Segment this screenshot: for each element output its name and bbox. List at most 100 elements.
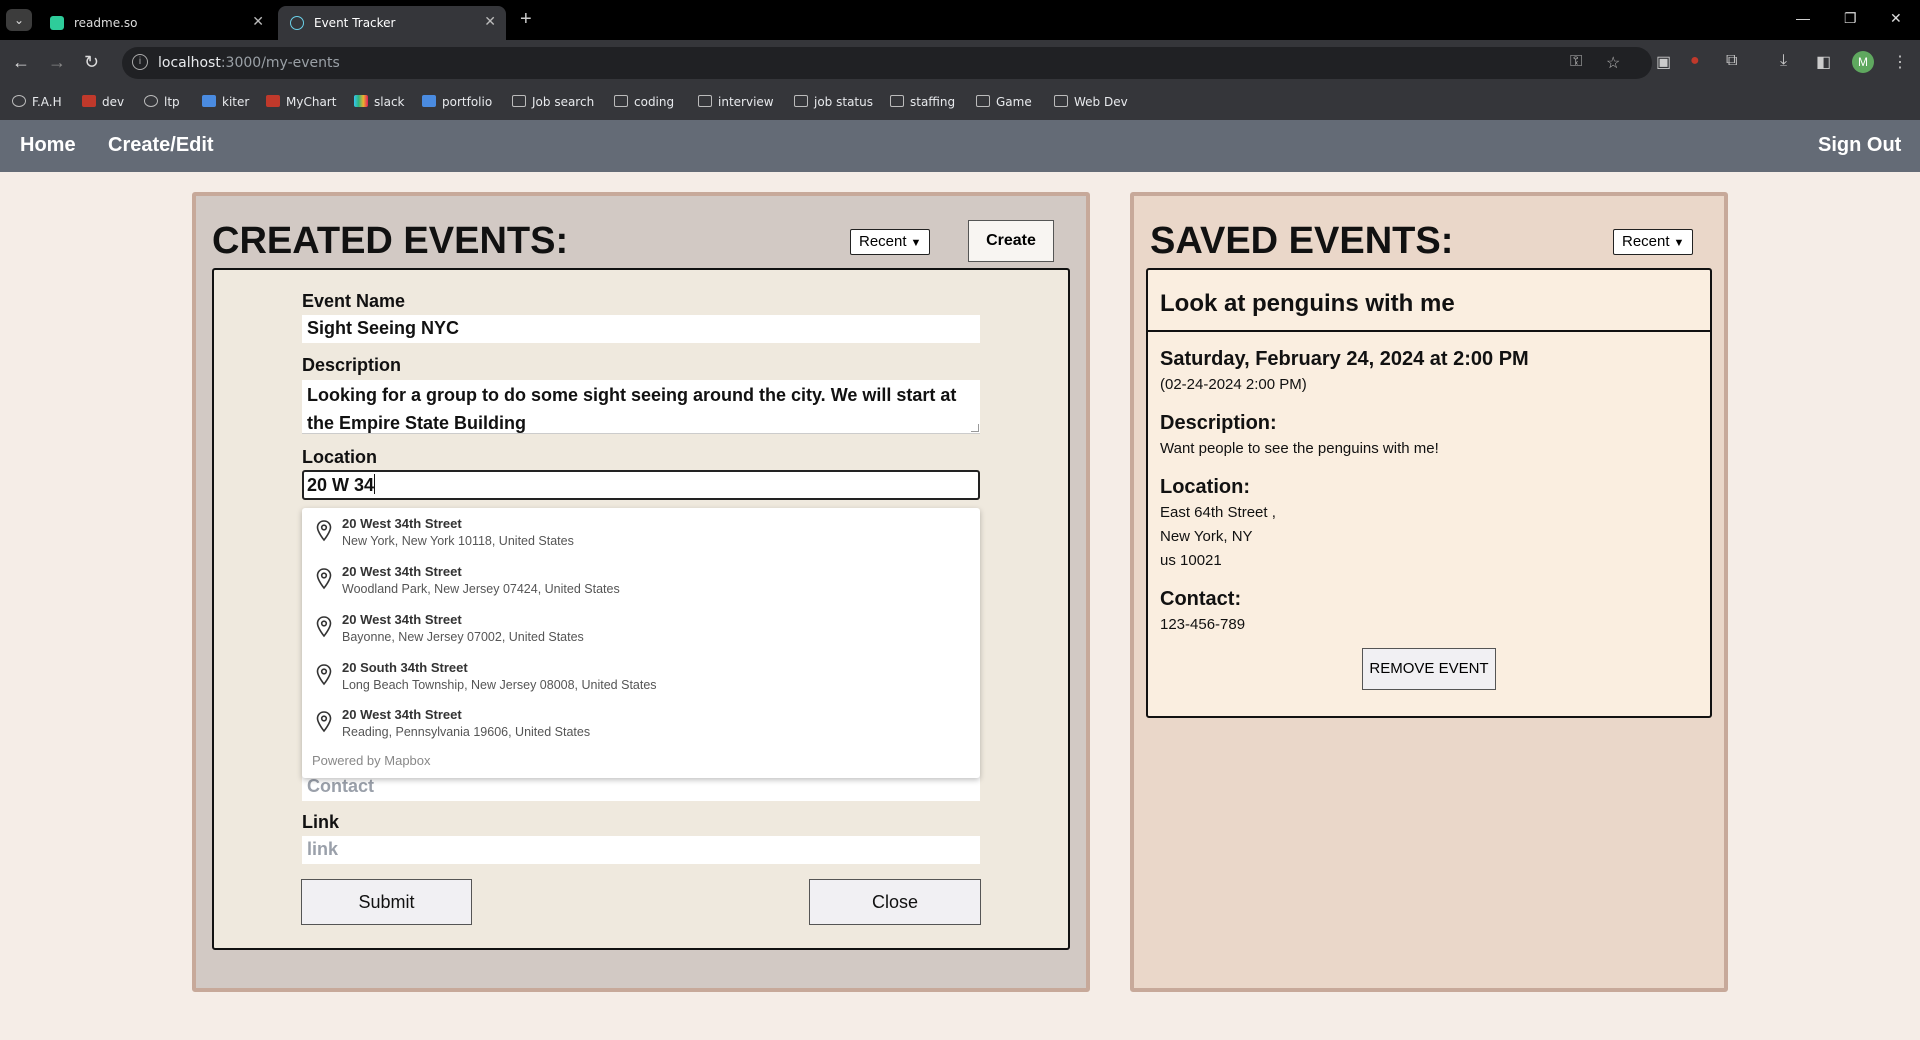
- suggestion-item[interactable]: 20 South 34th Street Long Beach Township…: [302, 652, 980, 700]
- suggestion-item[interactable]: 20 West 34th Street New York, New York 1…: [302, 508, 980, 556]
- nav-sign-out-link[interactable]: Sign Out: [1818, 134, 1901, 157]
- reload-icon[interactable]: ↻: [84, 52, 99, 73]
- bookmark-game[interactable]: Game: [976, 95, 1032, 109]
- bookmarks-bar: F.A.H dev ltp kiter MyChart slack portfo…: [0, 86, 1920, 120]
- tab-search-button[interactable]: ⌄: [6, 9, 32, 31]
- bookmark-interview[interactable]: interview: [698, 95, 774, 109]
- bookmark-dev[interactable]: dev: [82, 95, 124, 109]
- location-input[interactable]: 20 W 34: [302, 470, 980, 500]
- browser-tab-bar: ⌄ readme.so ✕ Event Tracker ✕ + — ❐ ✕: [0, 0, 1920, 40]
- folder-icon: [614, 95, 628, 107]
- event-card-header: Look at penguins with me: [1148, 270, 1710, 332]
- close-button[interactable]: Close: [809, 879, 981, 925]
- saved-sort-select[interactable]: Recent ▼: [1613, 229, 1694, 255]
- resize-handle-icon[interactable]: [971, 424, 979, 432]
- profile-avatar[interactable]: M: [1852, 51, 1874, 73]
- sort-value: Recent: [859, 233, 907, 250]
- event-location-label: Location:: [1160, 476, 1250, 498]
- suggestion-title: 20 South 34th Street: [342, 660, 468, 675]
- restore-window-icon[interactable]: ❐: [1844, 10, 1857, 27]
- forward-arrow-icon[interactable]: →: [48, 52, 66, 73]
- close-tab-icon[interactable]: ✕: [484, 13, 496, 30]
- bookmark-job-status[interactable]: job status: [794, 95, 873, 109]
- location-suggestions-dropdown: 20 West 34th Street New York, New York 1…: [302, 508, 980, 778]
- address-bar[interactable]: i localhost:3000/my-events ⚿ ☆: [122, 47, 1652, 79]
- tab-title: Event Tracker: [314, 16, 396, 30]
- suggestion-address: Reading, Pennsylvania 19606, United Stat…: [342, 725, 591, 739]
- folder-icon: [512, 95, 526, 107]
- remove-event-button[interactable]: REMOVE EVENT: [1362, 648, 1496, 690]
- browser-tab-event-tracker[interactable]: Event Tracker ✕: [278, 6, 506, 40]
- map-pin-icon: [316, 520, 332, 542]
- readme-favicon-icon: [50, 16, 64, 30]
- suggestion-title: 20 West 34th Street: [342, 612, 462, 627]
- bookmark-mychart[interactable]: MyChart: [266, 95, 336, 109]
- bookmark-job-search[interactable]: Job search: [512, 95, 594, 109]
- event-description: Want people to see the penguins with me!: [1160, 440, 1439, 457]
- folder-icon: [890, 95, 904, 107]
- downloads-icon[interactable]: ⤓: [1780, 52, 1787, 70]
- link-input[interactable]: link: [302, 836, 980, 864]
- link-label: Link: [302, 812, 340, 832]
- kiter-favicon-icon: [202, 95, 216, 107]
- nav-home-link[interactable]: Home: [20, 134, 76, 157]
- event-date: Saturday, February 24, 2024 at 2:00 PM: [1160, 348, 1529, 370]
- new-tab-plus-icon[interactable]: +: [520, 8, 532, 31]
- suggestion-title: 20 West 34th Street: [342, 707, 462, 722]
- extensions-puzzle-icon[interactable]: ⧉: [1726, 52, 1737, 70]
- address-url: localhost:3000/my-events: [158, 55, 340, 71]
- event-location-line1: East 64th Street ,: [1160, 504, 1276, 521]
- nav-create-edit-link[interactable]: Create/Edit: [108, 134, 214, 157]
- description-textarea[interactable]: Looking for a group to do some sight see…: [302, 380, 980, 434]
- event-contact: 123-456-789: [1160, 616, 1246, 633]
- location-label: Location: [302, 447, 377, 467]
- password-key-icon[interactable]: ⚿: [1570, 53, 1582, 71]
- bookmark-staffing[interactable]: staffing: [890, 95, 955, 109]
- suggestion-item[interactable]: 20 West 34th Street Bayonne, New Jersey …: [302, 604, 980, 652]
- suggestion-item[interactable]: 20 West 34th Street Reading, Pennsylvani…: [302, 699, 980, 747]
- tab-title: readme.so: [74, 16, 138, 30]
- bookmark-portfolio[interactable]: portfolio: [422, 95, 492, 109]
- suggestion-address: Bayonne, New Jersey 07002, United States: [342, 630, 584, 644]
- slack-icon: [354, 95, 368, 107]
- bookmark-kiter[interactable]: kiter: [202, 95, 249, 109]
- suggestion-title: 20 West 34th Street: [342, 564, 462, 579]
- map-pin-icon: [316, 711, 332, 733]
- suggestion-address: Woodland Park, New Jersey 07424, United …: [342, 582, 620, 596]
- location-value: 20 W 34: [307, 475, 375, 495]
- bookmark-slack[interactable]: slack: [354, 95, 405, 109]
- close-tab-icon[interactable]: ✕: [252, 13, 264, 30]
- bookmark-fah[interactable]: F.A.H: [12, 95, 62, 109]
- event-location-line3: us 10021: [1160, 552, 1222, 569]
- created-sort-select[interactable]: Recent ▼: [850, 229, 931, 255]
- bookmark-coding[interactable]: coding: [614, 95, 674, 109]
- dev-favicon-icon: [82, 95, 96, 107]
- saved-events-title: SAVED EVENTS:: [1150, 220, 1454, 262]
- folder-icon: [976, 95, 990, 107]
- back-arrow-icon[interactable]: ←: [12, 52, 30, 73]
- event-location-line2: New York, NY: [1160, 528, 1253, 545]
- submit-button[interactable]: Submit: [301, 879, 472, 925]
- text-caret: [374, 474, 376, 494]
- powered-by-mapbox-link[interactable]: Powered by Mapbox: [312, 753, 431, 768]
- close-window-icon[interactable]: ✕: [1890, 10, 1902, 27]
- side-panel-icon[interactable]: ◧: [1816, 52, 1831, 72]
- ublock-icon[interactable]: ●: [1690, 52, 1700, 70]
- map-pin-icon: [316, 616, 332, 638]
- create-button[interactable]: Create: [968, 220, 1054, 262]
- suggestion-item[interactable]: 20 West 34th Street Woodland Park, New J…: [302, 556, 980, 604]
- folder-icon: [698, 95, 712, 107]
- created-events-title: CREATED EVENTS:: [212, 220, 569, 262]
- sort-value: Recent: [1622, 233, 1670, 250]
- bookmark-star-icon[interactable]: ☆: [1606, 53, 1620, 73]
- browser-tab-readme[interactable]: readme.so ✕: [38, 6, 274, 40]
- bookmark-web-dev[interactable]: Web Dev: [1054, 95, 1128, 109]
- minimize-window-icon[interactable]: —: [1796, 10, 1810, 26]
- browser-menu-icon[interactable]: ⋮: [1892, 52, 1908, 72]
- map-pin-icon: [316, 664, 332, 686]
- extension-icon[interactable]: ▣: [1656, 52, 1671, 72]
- site-info-icon[interactable]: i: [132, 54, 148, 70]
- description-label: Description: [302, 355, 402, 375]
- event-name-input[interactable]: Sight Seeing NYC: [302, 315, 980, 343]
- bookmark-ltp[interactable]: ltp: [144, 95, 180, 109]
